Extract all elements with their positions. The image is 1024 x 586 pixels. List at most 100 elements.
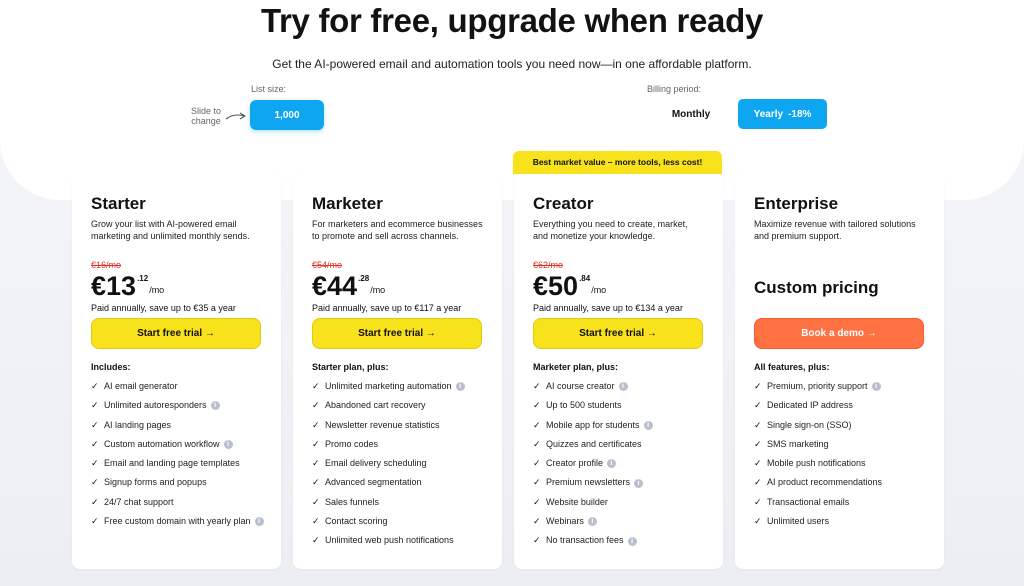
feature-text: Email delivery scheduling	[325, 458, 427, 469]
feature-item: ✓ Premium, priority support i	[754, 380, 930, 392]
check-icon: ✓	[754, 458, 762, 469]
info-icon[interactable]: i	[871, 382, 881, 392]
plan-name: Starter	[91, 194, 146, 213]
feature-text: Unlimited users	[767, 516, 830, 527]
feature-text: Custom automation workflow	[104, 438, 220, 449]
feature-list: ✓ Premium, priority support i ✓ Dedicated…	[754, 380, 930, 534]
feature-list: ✓ AI email generator ✓ Unlimited autores…	[91, 380, 267, 534]
feature-text: Unlimited web push notifications	[325, 535, 454, 546]
info-icon[interactable]: i	[627, 536, 637, 546]
feature-item: ✓ AI email generator	[91, 380, 267, 392]
check-icon: ✓	[754, 381, 762, 391]
page-subtitle: Get the AI-powered email and automation …	[272, 57, 752, 71]
feature-item: ✓ Unlimited marketing automation i	[312, 380, 488, 392]
info-icon[interactable]: i	[254, 517, 264, 527]
feature-item: ✓ AI landing pages	[91, 419, 267, 431]
feature-item: ✓ Up to 500 students	[533, 399, 709, 411]
feature-item: ✓ Dedicated IP address	[754, 399, 930, 411]
feature-text: Dedicated IP address	[767, 400, 853, 411]
billing-monthly-option[interactable]: Monthly	[646, 98, 736, 130]
start-free-trial-button[interactable]: Start free trial →	[533, 318, 703, 349]
check-icon: ✓	[754, 400, 762, 411]
feature-text: SMS marketing	[767, 438, 829, 449]
feature-text: Website builder	[546, 496, 608, 507]
feature-item: ✓ Website builder	[533, 496, 709, 508]
feature-item: ✓ Signup forms and popups	[91, 476, 267, 488]
check-icon: ✓	[91, 419, 99, 430]
feature-item: ✓ Email and landing page templates	[91, 457, 267, 469]
price-amount: €13	[91, 271, 137, 301]
feature-text: AI email generator	[104, 381, 178, 391]
check-icon: ✓	[533, 535, 541, 546]
check-icon: ✓	[312, 477, 320, 488]
feature-text: Email and landing page templates	[104, 458, 240, 469]
feature-item: ✓ Custom automation workflow i	[91, 438, 267, 450]
plan-description: Maximize revenue with tailored solutions…	[754, 219, 916, 241]
start-free-trial-button[interactable]: Start free trial →	[312, 318, 482, 349]
info-icon[interactable]: i	[634, 478, 644, 488]
info-icon[interactable]: i	[223, 440, 233, 450]
feature-text: Free custom domain with yearly plan	[104, 516, 251, 527]
plan-name: Enterprise	[754, 194, 839, 213]
feature-item: ✓ Unlimited users	[754, 515, 930, 527]
info-icon[interactable]: i	[587, 517, 597, 527]
old-price: €62/mo	[533, 260, 564, 270]
check-icon: ✓	[312, 496, 320, 507]
check-icon: ✓	[91, 496, 99, 507]
feature-item: ✓ Transactional emails	[754, 496, 930, 508]
feature-text: No transaction fees	[546, 535, 624, 546]
list-size-label: List size:	[251, 84, 287, 94]
plan-price: €13 .12 /mo	[91, 270, 164, 302]
billing-yearly-label: Yearly	[753, 108, 784, 120]
feature-text: Premium, priority support	[767, 381, 868, 391]
info-icon[interactable]: i	[455, 382, 465, 392]
savings-note: Paid annually, save up to €117 a year	[312, 303, 462, 313]
feature-text: Mobile app for students	[546, 419, 640, 430]
feature-text: Mobile push notifications	[767, 458, 866, 469]
price-unit: /mo	[370, 285, 386, 295]
feature-text: Unlimited autoresponders	[104, 400, 207, 411]
info-icon[interactable]: i	[210, 401, 220, 411]
feature-item: ✓ Newsletter revenue statistics	[312, 419, 488, 431]
price-unit: /mo	[591, 285, 607, 295]
features-heading: Marketer plan, plus:	[533, 362, 619, 372]
book-demo-button[interactable]: Book a demo →	[754, 318, 924, 349]
feature-text: Quizzes and certificates	[546, 438, 642, 449]
feature-text: Newsletter revenue statistics	[325, 419, 440, 430]
features-heading: All features, plus:	[754, 362, 830, 372]
check-icon: ✓	[91, 438, 99, 449]
feature-text: Webinars	[546, 516, 584, 527]
check-icon: ✓	[312, 458, 320, 469]
check-icon: ✓	[91, 381, 99, 391]
check-icon: ✓	[533, 458, 541, 469]
old-price: €16/mo	[91, 260, 122, 270]
feature-item: ✓ Free custom domain with yearly plan i	[91, 515, 267, 527]
info-icon[interactable]: i	[643, 420, 653, 430]
price-amount: €50	[533, 271, 579, 301]
feature-item: ✓ Quizzes and certificates	[533, 438, 709, 450]
check-icon: ✓	[533, 496, 541, 507]
feature-item: ✓ Single sign-on (SSO)	[754, 419, 930, 431]
billing-yearly-option[interactable]: Yearly -18%	[738, 99, 827, 129]
feature-item: ✓ Webinars i	[533, 515, 709, 527]
list-size-slider-handle[interactable]: 1,000	[250, 100, 324, 130]
feature-text: Premium newsletters	[546, 477, 631, 488]
info-icon[interactable]: i	[618, 382, 628, 392]
check-icon: ✓	[533, 516, 541, 527]
feature-text: AI landing pages	[104, 419, 172, 430]
page-title: Try for free, upgrade when ready	[260, 2, 764, 39]
feature-item: ✓ 24/7 chat support	[91, 496, 267, 508]
feature-item: ✓ Sales funnels	[312, 496, 488, 508]
feature-item: ✓ Email delivery scheduling	[312, 457, 488, 469]
feature-item: ✓ Unlimited autoresponders i	[91, 399, 267, 411]
curved-arrow-icon	[225, 112, 247, 120]
check-icon: ✓	[533, 400, 541, 411]
info-icon[interactable]: i	[607, 459, 617, 469]
check-icon: ✓	[533, 438, 541, 449]
feature-item: ✓ Advanced segmentation	[312, 476, 488, 488]
check-icon: ✓	[533, 381, 541, 391]
plan-description: Everything you need to create, market, a…	[533, 219, 688, 241]
feature-text: Contact scoring	[325, 516, 388, 527]
start-free-trial-button[interactable]: Start free trial →	[91, 318, 261, 349]
savings-note: Paid annually, save up to €134 a year	[533, 303, 683, 313]
